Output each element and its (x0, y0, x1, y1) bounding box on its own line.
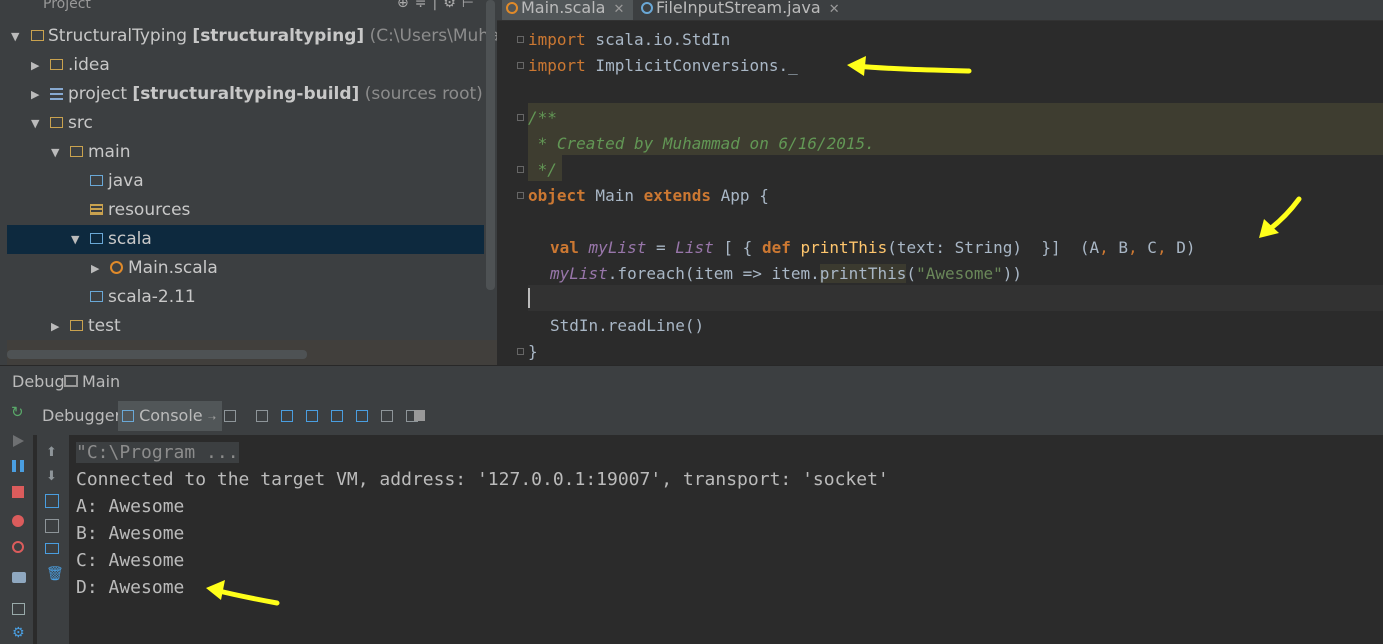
annotation-arrow-output (206, 580, 280, 606)
annotation-arrow-d (1259, 196, 1302, 238)
annotation-arrows (206, 56, 1302, 606)
annotation-arrow-import (847, 56, 972, 76)
